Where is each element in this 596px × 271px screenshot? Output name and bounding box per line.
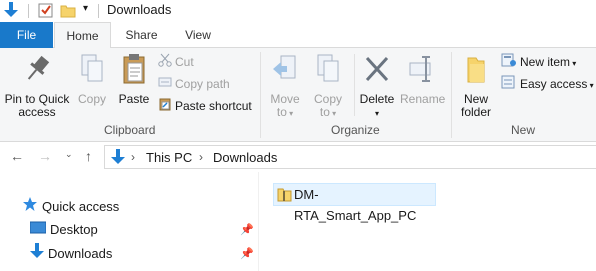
copy-icon: [74, 52, 110, 89]
tab-file[interactable]: File: [0, 22, 53, 48]
file-name: DM-RTA_Smart_App_PC: [294, 187, 417, 223]
copy-to-label-line1: Copy: [313, 92, 342, 106]
new-folder-label-line2: folder: [460, 105, 492, 119]
nav-item-label: Desktop: [50, 222, 98, 237]
zip-folder-icon: [277, 187, 292, 208]
rename-label: Rename: [400, 92, 446, 106]
pin-to-quick-access-button[interactable]: Pin to Quick access: [4, 52, 70, 119]
cut-button[interactable]: Cut: [158, 53, 194, 71]
new-item-icon: [501, 53, 517, 72]
file-item[interactable]: DM-RTA_Smart_App_PC: [273, 183, 436, 223]
clipboard-group-label: Clipboard: [104, 123, 156, 137]
paste-shortcut-icon: [158, 97, 172, 116]
new-folder-button[interactable]: New folder: [456, 52, 496, 119]
paste-icon: [116, 52, 152, 89]
delete-label: Delete: [359, 92, 395, 106]
delete-button[interactable]: Delete ▾: [358, 52, 396, 120]
star-icon: [22, 196, 38, 219]
address-row: ← → ⌄ ↑ › This PC › Downloads: [0, 142, 596, 172]
tab-share[interactable]: Share: [114, 22, 169, 48]
scissors-icon: [158, 53, 172, 72]
paste-shortcut-button[interactable]: Paste shortcut: [158, 97, 252, 115]
copy-label: Copy: [77, 92, 106, 106]
properties-icon[interactable]: [38, 2, 54, 21]
paste-shortcut-label: Paste shortcut: [175, 99, 252, 113]
up-arrow-icon[interactable]: ↑: [85, 148, 92, 164]
pin-icon: [4, 52, 70, 89]
nav-item-label: Downloads: [48, 246, 113, 261]
new-group-label: New: [511, 123, 536, 137]
pinned-icon: 📌: [240, 248, 254, 260]
ribbon-tabs: File Home Share View: [0, 22, 596, 49]
rename-icon: [400, 52, 444, 89]
breadcrumb-downloads[interactable]: Downloads: [213, 150, 277, 165]
copy-to-label-line2: to: [319, 105, 330, 119]
breadcrumb-this-pc[interactable]: This PC: [146, 150, 192, 165]
copy-path-icon: [158, 75, 172, 94]
copy-path-button[interactable]: Copy path: [158, 75, 230, 93]
cut-label: Cut: [175, 55, 194, 69]
paste-label: Paste: [118, 92, 150, 106]
move-to-label-line1: Move: [270, 92, 300, 106]
new-item-label: New item: [520, 55, 571, 69]
recent-locations-chevron-icon[interactable]: ⌄: [65, 149, 73, 160]
nav-item-quick-access[interactable]: Quick access: [22, 196, 119, 218]
downloads-location-icon: [111, 149, 125, 168]
back-arrow-icon[interactable]: ←: [10, 148, 24, 164]
forward-arrow-icon[interactable]: →: [38, 148, 52, 164]
nav-item-downloads[interactable]: Downloads: [30, 243, 112, 265]
nav-item-desktop[interactable]: Desktop: [29, 219, 98, 242]
easy-access-button[interactable]: Easy access ▾: [501, 75, 594, 93]
move-to-label-line2: to: [276, 105, 287, 119]
copy-to-button[interactable]: Copy to ▾: [308, 52, 348, 120]
nav-item-label: Quick access: [42, 199, 120, 214]
organize-group-label: Organize: [331, 123, 380, 137]
delete-x-icon: [358, 52, 396, 89]
customize-quick-access-icon[interactable]: ▾: [83, 3, 88, 14]
breadcrumb-chevron-icon[interactable]: ›: [199, 150, 203, 164]
new-folder-quick-icon[interactable]: [60, 2, 76, 21]
ribbon-home: Pin to Quick access Copy Paste Cut Copy …: [0, 48, 596, 142]
download-arrow-icon: [30, 243, 44, 266]
navigation-pane: Quick access Desktop 📌 Downloads 📌: [0, 172, 258, 271]
breadcrumb-chevron-icon[interactable]: ›: [131, 150, 135, 164]
tab-view[interactable]: View: [172, 22, 224, 48]
window-title: Downloads: [107, 2, 172, 17]
address-bar[interactable]: › This PC › Downloads: [104, 145, 596, 169]
paste-button[interactable]: Paste: [116, 52, 152, 106]
pin-label-line1: Pin to Quick: [4, 92, 70, 106]
title-bar: ▾ Downloads: [0, 0, 596, 22]
desktop-icon: [29, 220, 47, 242]
pinned-icon: 📌: [240, 224, 254, 236]
tab-home[interactable]: Home: [54, 22, 111, 49]
easy-access-label: Easy access: [520, 77, 588, 91]
pin-label-line2: access: [18, 105, 56, 119]
move-to-icon: [266, 52, 304, 89]
copy-button[interactable]: Copy: [74, 52, 110, 106]
rename-button[interactable]: Rename: [400, 52, 446, 106]
download-arrow-icon: [4, 2, 18, 21]
new-folder-label-line1: New: [463, 92, 488, 106]
easy-access-icon: [501, 75, 517, 94]
new-item-button[interactable]: New item ▾: [501, 53, 576, 71]
folder-icon: [456, 52, 496, 89]
copy-to-icon: [308, 52, 348, 89]
move-to-button[interactable]: Move to ▾: [266, 52, 304, 120]
copy-path-label: Copy path: [175, 77, 230, 91]
